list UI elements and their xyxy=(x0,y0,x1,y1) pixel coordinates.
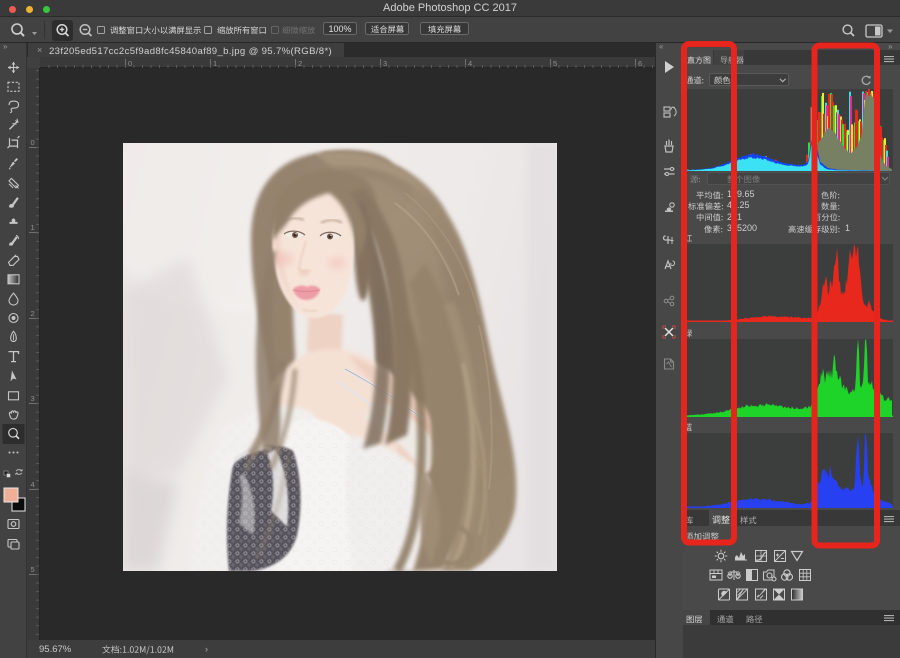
svg-text:4: 4 xyxy=(468,59,472,68)
svg-text:5: 5 xyxy=(553,59,557,68)
svg-text:0: 0 xyxy=(31,138,35,147)
svg-text:2: 2 xyxy=(31,309,35,318)
svg-text:0: 0 xyxy=(128,59,132,68)
svg-text:1: 1 xyxy=(213,59,217,68)
svg-text:1: 1 xyxy=(31,223,35,232)
svg-text:3: 3 xyxy=(383,59,387,68)
svg-text:4: 4 xyxy=(31,480,35,489)
svg-text:6: 6 xyxy=(638,59,642,68)
svg-text:2: 2 xyxy=(298,59,302,68)
svg-text:3: 3 xyxy=(31,394,35,403)
svg-text:5: 5 xyxy=(31,565,35,574)
